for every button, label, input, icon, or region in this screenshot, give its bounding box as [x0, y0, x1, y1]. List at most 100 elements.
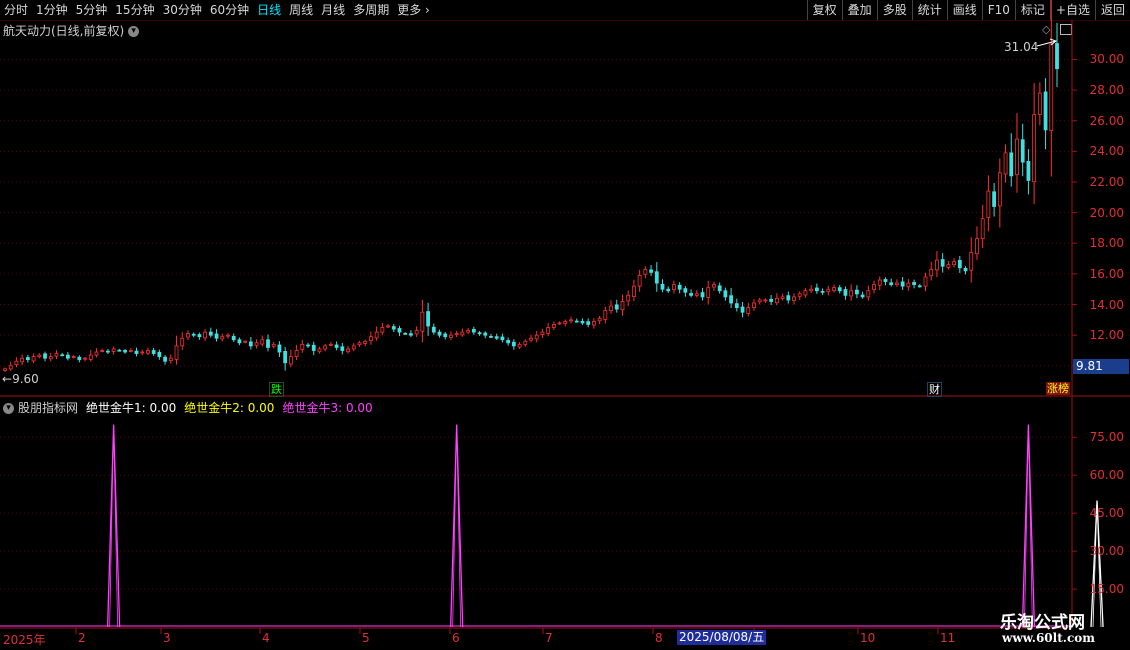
chevron-down-icon[interactable]: ▾	[3, 403, 14, 414]
candle-body	[637, 275, 642, 287]
candle-body	[980, 218, 985, 240]
candle-body	[551, 324, 556, 328]
candle-body	[128, 350, 133, 352]
price-tick: 16.00	[1089, 266, 1124, 281]
candle-body	[231, 335, 236, 341]
candle-body	[957, 260, 962, 269]
min-price-label: ←9.60	[2, 372, 39, 386]
candle-body	[397, 328, 402, 333]
candle-body	[603, 310, 608, 320]
candle-body	[191, 333, 196, 336]
candle-body	[1032, 114, 1037, 183]
x-axis-label: 10	[860, 631, 876, 645]
candle-body	[517, 343, 522, 348]
candle-body	[443, 333, 448, 338]
event-tag-limitup[interactable]: 涨榜	[1046, 382, 1070, 395]
candle-body	[346, 348, 350, 353]
indicator-tick: 45.00	[1089, 506, 1124, 521]
candle-body	[734, 303, 739, 309]
candle-body	[31, 356, 36, 362]
candle-body	[374, 331, 379, 339]
min-price-value: 9.60	[12, 372, 39, 386]
candle-body	[300, 343, 305, 350]
max-price-label: 31.04	[1004, 40, 1039, 54]
candle-body	[420, 311, 425, 332]
candle-body	[391, 326, 396, 330]
candle-body	[254, 342, 259, 346]
kline-chart[interactable]	[0, 0, 1130, 650]
candle-body	[37, 354, 42, 358]
candle-body	[83, 357, 87, 360]
candle-body	[197, 334, 202, 338]
candle-body	[877, 279, 882, 286]
candle-body	[992, 191, 997, 207]
candle-body	[288, 356, 293, 365]
candle-body	[271, 343, 276, 347]
candle-body	[837, 287, 842, 292]
candle-body	[226, 334, 230, 337]
candle-body	[683, 288, 688, 293]
candle-body	[426, 311, 430, 327]
candle-body	[460, 331, 465, 336]
candle-body	[94, 351, 99, 356]
candle-body	[260, 339, 265, 345]
candle-body	[43, 353, 47, 359]
candle-body	[386, 325, 390, 328]
indicator-line-3: 绝世金牛3: 0.00	[282, 401, 373, 415]
x-axis-label: 11	[940, 631, 956, 645]
candle-body	[889, 282, 894, 286]
candle-body	[317, 348, 322, 353]
candle-body	[814, 287, 819, 292]
candle-body	[797, 293, 802, 297]
cursor-date-tag: 2025/08/08/五	[677, 630, 767, 645]
candle-body	[380, 327, 385, 333]
candle-body	[134, 350, 139, 354]
indicator-title[interactable]: ▾ 股朋指标网 绝世金牛1: 0.00 绝世金牛2: 0.00 绝世金牛3: 0.00	[3, 399, 373, 416]
candle-body	[912, 282, 916, 286]
event-tag-drop[interactable]: 跌	[269, 382, 284, 397]
x-axis-label: 4	[262, 631, 270, 645]
candle-body	[883, 279, 888, 282]
event-tag-finance[interactable]: 财	[927, 382, 942, 397]
candle-body	[111, 348, 116, 352]
candle-body	[626, 294, 631, 302]
candle-body	[729, 295, 734, 304]
candle-body	[820, 290, 825, 293]
candle-body	[1015, 138, 1019, 176]
candle-body	[1043, 91, 1048, 131]
candle-body	[1055, 43, 1059, 70]
candle-body	[597, 317, 602, 322]
candle-body	[591, 320, 596, 326]
candle-body	[569, 319, 573, 322]
candle-body	[146, 350, 150, 354]
candle-body	[780, 296, 785, 299]
candle-body	[666, 288, 671, 292]
indicator-line-2: 绝世金牛2: 0.00	[184, 401, 275, 415]
candle-body	[77, 356, 82, 361]
price-tick: 30.00	[1089, 52, 1124, 67]
candle-body	[65, 354, 70, 359]
candle-body	[1009, 152, 1014, 177]
candle-body	[689, 293, 693, 296]
candle-body	[3, 368, 7, 371]
indicator-spike	[450, 424, 464, 628]
candle-body	[483, 332, 488, 336]
candle-body	[546, 327, 551, 334]
candle-body	[649, 269, 653, 273]
candle-body	[449, 334, 453, 338]
candle-body	[48, 356, 53, 360]
candle-body	[963, 267, 968, 272]
candle-body	[71, 356, 76, 359]
x-axis-label: 8	[655, 631, 663, 645]
candle-body	[409, 333, 413, 336]
candle-body	[323, 345, 328, 350]
candle-body	[940, 259, 945, 267]
candle-body	[969, 252, 974, 271]
candle-body	[769, 298, 774, 302]
x-axis-label: 6	[452, 631, 460, 645]
candle-body	[123, 350, 127, 353]
candle-body	[1037, 92, 1042, 115]
candle-body	[946, 264, 951, 268]
candle-body	[900, 281, 905, 287]
candle-body	[952, 261, 956, 266]
